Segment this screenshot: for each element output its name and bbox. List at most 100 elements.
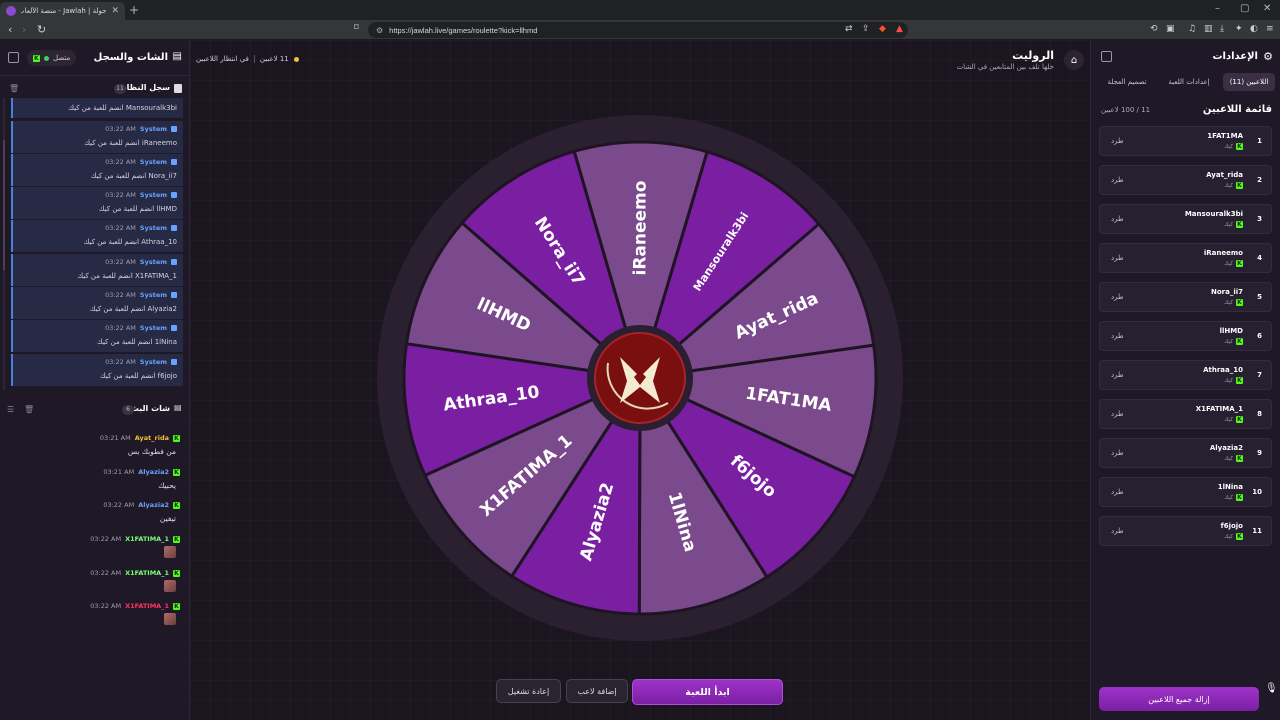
player-platform: كيك K: [1224, 494, 1243, 501]
media-icon[interactable]: ♫: [1188, 24, 1196, 34]
minimize-icon[interactable]: –: [1215, 3, 1220, 14]
tab-wheel-design[interactable]: تصميم العجلة: [1097, 73, 1157, 91]
log-user: System: [139, 158, 167, 166]
kick-player-button[interactable]: طرد: [1111, 332, 1124, 340]
chat-filter-icon[interactable]: ☰: [7, 405, 14, 414]
extensions-icon[interactable]: ✦: [1235, 24, 1243, 34]
platform-label: كيك: [1224, 260, 1233, 267]
kick-icon: K: [1236, 455, 1243, 462]
vpn-icon[interactable]: ◐: [1250, 24, 1258, 34]
log-user: System: [139, 324, 167, 332]
downloads-icon[interactable]: ⤓: [1220, 24, 1224, 34]
microphone-icon[interactable]: 🎙: [1265, 683, 1278, 694]
kick-player-button[interactable]: طرد: [1111, 293, 1124, 301]
chat-text: يحبيك: [158, 481, 176, 490]
add-player-button[interactable]: إضافة لاعب: [566, 679, 628, 703]
live-chat-title: شات البث: [130, 404, 170, 413]
chat-message: 03:22 AM Alyazia2 K تيفين: [0, 501, 190, 535]
tab-game-settings[interactable]: إعدادات اللعبة: [1161, 73, 1217, 91]
log-time: 03:22 AM: [105, 324, 136, 332]
address-bar[interactable]: ⚙ https://jawlah.live/games/roulette?kic…: [368, 22, 908, 38]
collapse-panel-icon[interactable]: [8, 52, 19, 63]
connection-label: متصل: [53, 54, 71, 62]
game-subtitle: خلها تلف بين المتابعين في الشات: [956, 63, 1054, 71]
browser-tab[interactable]: جولة | Jawlah - منصة الألعاب التفاعلية ✕: [0, 2, 125, 20]
log-time: 03:22 AM: [105, 158, 136, 166]
kick-player-button[interactable]: طرد: [1111, 527, 1124, 535]
clear-log-icon[interactable]: 🗑: [9, 84, 19, 93]
kick-icon: K: [173, 468, 180, 476]
kick-player-button[interactable]: طرد: [1111, 488, 1124, 496]
chat-time: 03:21 AM: [99, 434, 131, 442]
chat-username[interactable]: X1FATIMA_1: [125, 535, 169, 543]
chat-log-panel: ▤ الشات والسجل K متصل سجل النظام 11 🗑 Ma…: [0, 40, 190, 720]
emote-image: [164, 546, 176, 558]
waiting-dot: [293, 56, 299, 62]
log-message: Nora_ii7 انضم للعبة من كيك: [90, 172, 177, 180]
player-number: 9: [1257, 449, 1262, 457]
player-number: 8: [1257, 410, 1262, 418]
sidebar-icon[interactable]: ▥: [1204, 24, 1213, 34]
maximize-icon[interactable]: ▢: [1240, 3, 1249, 14]
brave-shield-icon[interactable]: ◆: [879, 24, 886, 34]
clear-chat-icon[interactable]: 🗑: [24, 405, 34, 414]
new-tab-icon[interactable]: +: [129, 3, 139, 17]
log-entry: 03:22 AM System llHMD انضم للعبة من كيك: [11, 187, 183, 219]
bot-icon: [171, 225, 177, 231]
player-name: 1FAT1MA: [1207, 132, 1243, 140]
kick-player-button[interactable]: طرد: [1111, 410, 1124, 418]
brave-rewards-icon[interactable]: ▲: [896, 24, 903, 34]
log-icon: [174, 84, 182, 93]
menu-icon[interactable]: ≡: [1266, 24, 1274, 34]
player-row: 1 1FAT1MA كيك K طرد: [1099, 126, 1272, 156]
player-list-count: 11 / 100 لاعبين: [1101, 106, 1151, 114]
kick-player-button[interactable]: طرد: [1111, 449, 1124, 457]
log-time: 03:22 AM: [105, 358, 136, 366]
kick-icon: K: [1236, 221, 1243, 228]
share-icon[interactable]: ⇪: [862, 24, 870, 34]
log-entry: 03:22 AM System X1FATIMA_1 انضم للعبة من …: [11, 254, 183, 286]
chat-username[interactable]: Ayat_rida: [135, 434, 169, 442]
chat-username[interactable]: X1FATIMA_1: [125, 569, 169, 577]
player-platform: كيك K: [1224, 416, 1243, 423]
start-game-button[interactable]: ابدأ اللعبة: [632, 679, 783, 705]
kick-player-button[interactable]: طرد: [1111, 137, 1124, 145]
reload-icon[interactable]: ↻: [37, 23, 46, 36]
log-time: 03:22 AM: [105, 291, 136, 299]
close-tab-icon[interactable]: ✕: [111, 6, 119, 16]
kick-player-button[interactable]: طرد: [1111, 371, 1124, 379]
chat-username[interactable]: Alyazia2: [138, 501, 169, 509]
platform-label: كيك: [1224, 416, 1233, 423]
player-name: Athraa_10: [1203, 366, 1243, 374]
player-row: 4 iRaneemo كيك K طرد: [1099, 243, 1272, 273]
kick-player-button[interactable]: طرد: [1111, 176, 1124, 184]
translate-icon[interactable]: ⇄: [845, 24, 853, 34]
bookmark-icon[interactable]: ⌑: [354, 23, 359, 33]
extension-icon[interactable]: ⟲: [1150, 24, 1158, 34]
home-button[interactable]: ⌂: [1064, 50, 1084, 70]
forward-icon[interactable]: ›: [22, 23, 26, 36]
player-status: 11 لاعبين في انتظار اللاعبين: [196, 55, 299, 63]
restart-button[interactable]: إعادة تشغيل: [496, 679, 561, 703]
browser-navbar: ‹ › ↻ ⌑ ⚙ https://jawlah.live/games/roul…: [0, 20, 1280, 40]
kick-icon: K: [1236, 533, 1243, 540]
remove-all-players-button[interactable]: إزالة جميع اللاعبين: [1099, 687, 1259, 711]
back-icon[interactable]: ‹: [8, 23, 12, 36]
kick-icon: K: [173, 501, 180, 509]
tab-players[interactable]: اللاعبين (11): [1223, 73, 1275, 91]
chat-username[interactable]: Alyazia2: [138, 468, 169, 476]
close-window-icon[interactable]: ✕: [1263, 3, 1271, 14]
wallet-icon[interactable]: ▣: [1166, 24, 1175, 34]
kick-player-button[interactable]: طرد: [1111, 215, 1124, 223]
live-chat-header: ▤ شات البث 6 🗑 ☰: [0, 401, 190, 419]
chat-time: 03:22 AM: [90, 535, 122, 543]
roulette-wheel[interactable]: 1FAT1MAf6jojo1lNinaAlyazia2X1FATIMA_1Ath…: [377, 115, 903, 641]
collapse-panel-icon[interactable]: [1101, 51, 1112, 62]
log-user: System: [139, 258, 167, 266]
kick-icon: K: [173, 569, 180, 577]
chat-username[interactable]: X1FATIMA_1: [125, 602, 169, 610]
kick-icon: K: [33, 54, 40, 62]
kick-player-button[interactable]: طرد: [1111, 254, 1124, 262]
platform-label: كيك: [1224, 455, 1233, 462]
site-info-icon[interactable]: ⚙: [376, 26, 383, 35]
